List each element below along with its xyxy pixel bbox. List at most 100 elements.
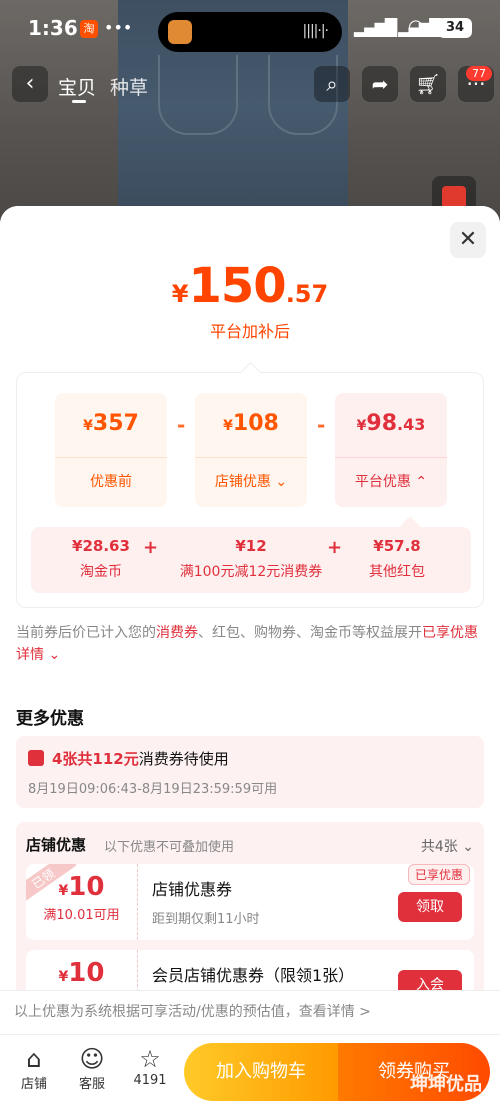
watermark-text: 坤坤优品: [410, 1074, 482, 1095]
taobao-notification-icon: 淘: [80, 20, 98, 38]
discount-detail-sheet: ✕ ¥150.57 平台加补后 ¥357 优惠前 - ¥108 店铺优惠 ⌄ -…: [0, 206, 500, 1111]
minus-sign: -: [317, 413, 326, 437]
currency: ¥: [223, 418, 233, 434]
platform-discount-label: 平台优惠: [354, 474, 411, 490]
currency: ¥: [356, 418, 367, 434]
audio-wave-icon: ||||·|·: [302, 23, 330, 39]
currency: ¥: [58, 969, 69, 985]
voucher-count: 4张共112元: [52, 750, 139, 768]
claim-button[interactable]: 领取: [398, 892, 462, 922]
coupon-count: 共4张: [420, 839, 458, 855]
voucher-text: 消费券待使用: [138, 750, 229, 768]
disclaimer-bar[interactable]: 以上优惠为系统根据可享活动/优惠的预估值，查看详情 >: [0, 990, 500, 1030]
store-coupons-title: 店铺优惠: [26, 836, 87, 854]
consumer-voucher-link[interactable]: 消费券: [156, 625, 198, 641]
tab-recommend[interactable]: 种草: [110, 73, 148, 100]
star-icon: ☆: [139, 1045, 161, 1073]
original-price-card: ¥357 优惠前: [55, 393, 167, 507]
coupon-condition: 满10.01可用: [43, 908, 120, 923]
store-discount-label: 店铺优惠: [214, 474, 271, 490]
share-button[interactable]: ➦: [362, 66, 398, 102]
store-button[interactable]: ⌂ 店铺: [6, 1045, 62, 1092]
price-breakdown-box: ¥357 优惠前 - ¥108 店铺优惠 ⌄ - ¥98.43 平台优惠 ⌃ ¥…: [16, 372, 484, 608]
price-summary-section: ✕ ¥150.57 平台加补后 ¥357 优惠前 - ¥108 店铺优惠 ⌄ -…: [0, 206, 500, 684]
platform-discount-card[interactable]: ¥98.43 平台优惠 ⌃: [335, 393, 447, 507]
cart-icon: 🛒︎: [415, 72, 441, 96]
more-dots-icon: •••: [104, 18, 133, 37]
voucher-icon: [28, 750, 44, 766]
coupon-expire: 距到期仅剩11小时: [152, 912, 260, 927]
coupon-name: 店铺优惠券: [152, 880, 233, 899]
tab-underline: [72, 100, 86, 103]
status-time: 1:36: [28, 16, 78, 40]
coupon-count-toggle[interactable]: 共4张 ⌄: [421, 836, 474, 856]
customer-service-button[interactable]: ☺ 客服: [64, 1045, 120, 1092]
status-bar: 1:36 淘 ••• ||||·|· ▂▄▆█ ▂▄▆█ ◠ 34: [0, 8, 500, 52]
pocket-detail: [158, 55, 238, 135]
voucher-time: 8月19日09:06:43-8月19日23:59:59可用: [28, 782, 278, 797]
signal-icon: ▂▄▆█ ▂▄▆█: [354, 18, 442, 37]
chevron-down-icon: ⌄: [275, 474, 288, 490]
enjoyed-tag: 已享优惠: [407, 864, 470, 885]
coupon-name: 会员店铺优惠券（限领1张）: [152, 966, 355, 985]
more-discounts-title: 更多优惠: [16, 709, 84, 729]
coupon-amount: 10: [68, 872, 105, 902]
platform-discount-detail: ¥28.63 淘金币 + ¥12 满100元减12元消费券 + ¥57.8 其他…: [31, 527, 471, 593]
app-avatar-icon: [168, 20, 192, 44]
chevron-down-icon: ⌄: [48, 647, 61, 663]
chevron-down-icon: ⌄: [462, 839, 474, 855]
store-discount-card[interactable]: ¥108 店铺优惠 ⌄: [195, 393, 307, 507]
currency: ¥: [58, 883, 69, 899]
price-currency: ¥: [171, 280, 189, 308]
search-icon: ⌕: [326, 72, 338, 96]
detail-label: 淘金币: [80, 564, 122, 580]
battery-icon: 34: [438, 18, 472, 38]
store-discount-value: 108: [232, 411, 279, 436]
close-button[interactable]: ✕: [450, 222, 486, 258]
store-coupons-subtitle: 以下优惠不可叠加使用: [104, 840, 235, 855]
cart-button[interactable]: 🛒︎: [410, 66, 446, 102]
currency: ¥: [83, 418, 93, 434]
original-price-label: 优惠前: [90, 474, 132, 490]
tab-product[interactable]: 宝贝: [58, 73, 96, 100]
note-text: 当前券后价已计入您的: [16, 625, 156, 641]
service-label: 客服: [78, 1077, 105, 1092]
detail-item: ¥57.8 其他红包: [347, 537, 447, 581]
wifi-icon: ◠: [408, 16, 424, 37]
cart-count-badge: 77: [466, 66, 492, 81]
detail-value: ¥57.8: [373, 537, 421, 555]
price-subtitle: 平台加补后: [209, 322, 290, 341]
chevron-up-icon: ⌃: [415, 474, 428, 490]
original-price-value: 357: [92, 411, 139, 436]
close-icon: ✕: [458, 227, 478, 252]
detail-item: ¥12 满100元减12元消费券: [161, 537, 341, 581]
favorite-button[interactable]: ☆ 4191: [122, 1045, 178, 1088]
store-icon: ⌂: [26, 1045, 42, 1073]
store-label: 店铺: [20, 1077, 47, 1092]
customer-service-icon: ☺: [79, 1045, 105, 1073]
detail-value: ¥28.63: [72, 537, 130, 555]
dynamic-island: ||||·|·: [158, 12, 342, 52]
detail-label: 满100元减12元消费券: [179, 564, 323, 580]
platform-discount-decimal: .43: [397, 415, 426, 434]
price-decimal: .57: [285, 280, 329, 308]
back-button[interactable]: ‹: [12, 66, 48, 102]
plus-sign: +: [327, 537, 343, 558]
disclaimer-text: 以上优惠为系统根据可享活动/优惠的预估值，查看详情 >: [14, 1004, 371, 1020]
share-icon: ➦: [371, 72, 389, 96]
platform-discount-value: 98: [366, 411, 398, 436]
coupon-value: 已领 ¥10 满10.01可用: [26, 864, 138, 940]
final-price: ¥150.57: [0, 258, 500, 314]
note-text: 、红包、购物券、淘金币等权益展开: [198, 625, 422, 641]
coupon-card: 已领 ¥10 满10.01可用 店铺优惠券 距到期仅剩11小时 已享优惠 领取: [26, 864, 474, 940]
add-to-cart-button[interactable]: 加入购物车: [184, 1043, 338, 1101]
minus-sign: -: [177, 413, 186, 437]
pending-voucher-box[interactable]: 4张共112元消费券待使用 8月19日09:06:43-8月19日23:59:5…: [16, 736, 484, 808]
plus-sign: +: [143, 537, 159, 558]
detail-item: ¥28.63 淘金币: [51, 537, 151, 581]
search-button[interactable]: ⌕: [314, 66, 350, 102]
price-integer: 150: [188, 258, 286, 314]
detail-label: 其他红包: [369, 564, 425, 580]
coupon-amount: 10: [68, 958, 105, 988]
price-note: 当前券后价已计入您的消费券、红包、购物券、淘金币等权益展开已享优惠详情 ⌄: [16, 622, 484, 666]
